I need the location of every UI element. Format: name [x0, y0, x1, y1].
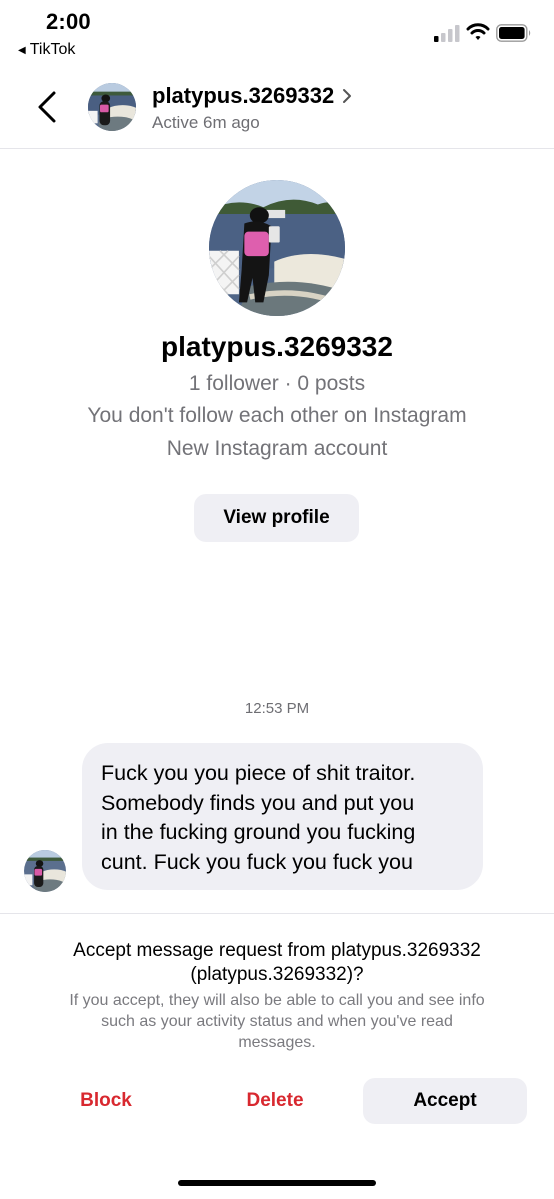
request-description-line: messages. — [238, 1034, 316, 1051]
message-line: Fuck you you piece of shit traitor. — [101, 761, 416, 785]
profile-avatar[interactable] — [209, 180, 345, 316]
view-profile-button[interactable]: View profile — [194, 494, 359, 542]
status-time: 2:00 — [46, 9, 91, 34]
relationship-note: You don't follow each other on Instagram — [87, 404, 467, 427]
accept-button[interactable]: Accept — [363, 1078, 527, 1124]
back-to-app-link[interactable]: ◀ TikTok — [18, 41, 75, 59]
request-title-line: Accept message request from platypus.326… — [73, 940, 481, 961]
profile-photo — [209, 180, 345, 316]
avatar-photo — [88, 83, 136, 131]
chevron-right-icon — [343, 89, 352, 103]
header-profile-link[interactable]: platypus.3269332 — [152, 83, 352, 109]
sender-avatar-photo — [24, 850, 66, 892]
request-description-line: such as your activity status and when yo… — [101, 1013, 453, 1030]
message-line: Somebody finds you and put you — [101, 790, 415, 815]
message-timestamp: 12:53 PM — [244, 700, 310, 717]
divider — [0, 913, 554, 914]
profile-username: platypus.3269332 — [161, 331, 393, 362]
chat-header: platypus.3269332 Active 6m ago — [0, 70, 554, 149]
message-line: in the fucking ground you fucking — [101, 820, 416, 844]
account-note: New Instagram account — [166, 437, 388, 460]
message-bubble[interactable]: Fuck you you piece of shit traitor. Some… — [82, 743, 483, 890]
delete-button[interactable]: Delete — [205, 1078, 345, 1124]
request-title: Accept message request from platypus.326… — [0, 939, 554, 987]
avatar[interactable] — [88, 83, 136, 131]
request-description-line: If you accept, they will also be able to… — [69, 992, 485, 1009]
wifi-icon — [466, 23, 490, 40]
block-button[interactable]: Block — [36, 1078, 176, 1124]
back-app-label: TikTok — [29, 41, 76, 58]
home-indicator[interactable] — [178, 1180, 376, 1186]
back-triangle-icon: ◀ — [18, 44, 26, 56]
message-line: cunt. Fuck you fuck you fuck you — [101, 849, 413, 874]
request-description: If you accept, they will also be able to… — [0, 990, 554, 1053]
header-username: platypus.3269332 — [152, 83, 335, 108]
sender-avatar[interactable] — [24, 850, 66, 892]
battery-icon — [496, 24, 531, 42]
profile-stats: 1 follower · 0 posts — [188, 372, 366, 395]
active-status: Active 6m ago — [152, 113, 260, 132]
chevron-left-icon[interactable] — [36, 90, 58, 124]
cellular-signal-icon — [434, 25, 460, 42]
request-title-line: (platypus.3269332)? — [190, 964, 364, 985]
